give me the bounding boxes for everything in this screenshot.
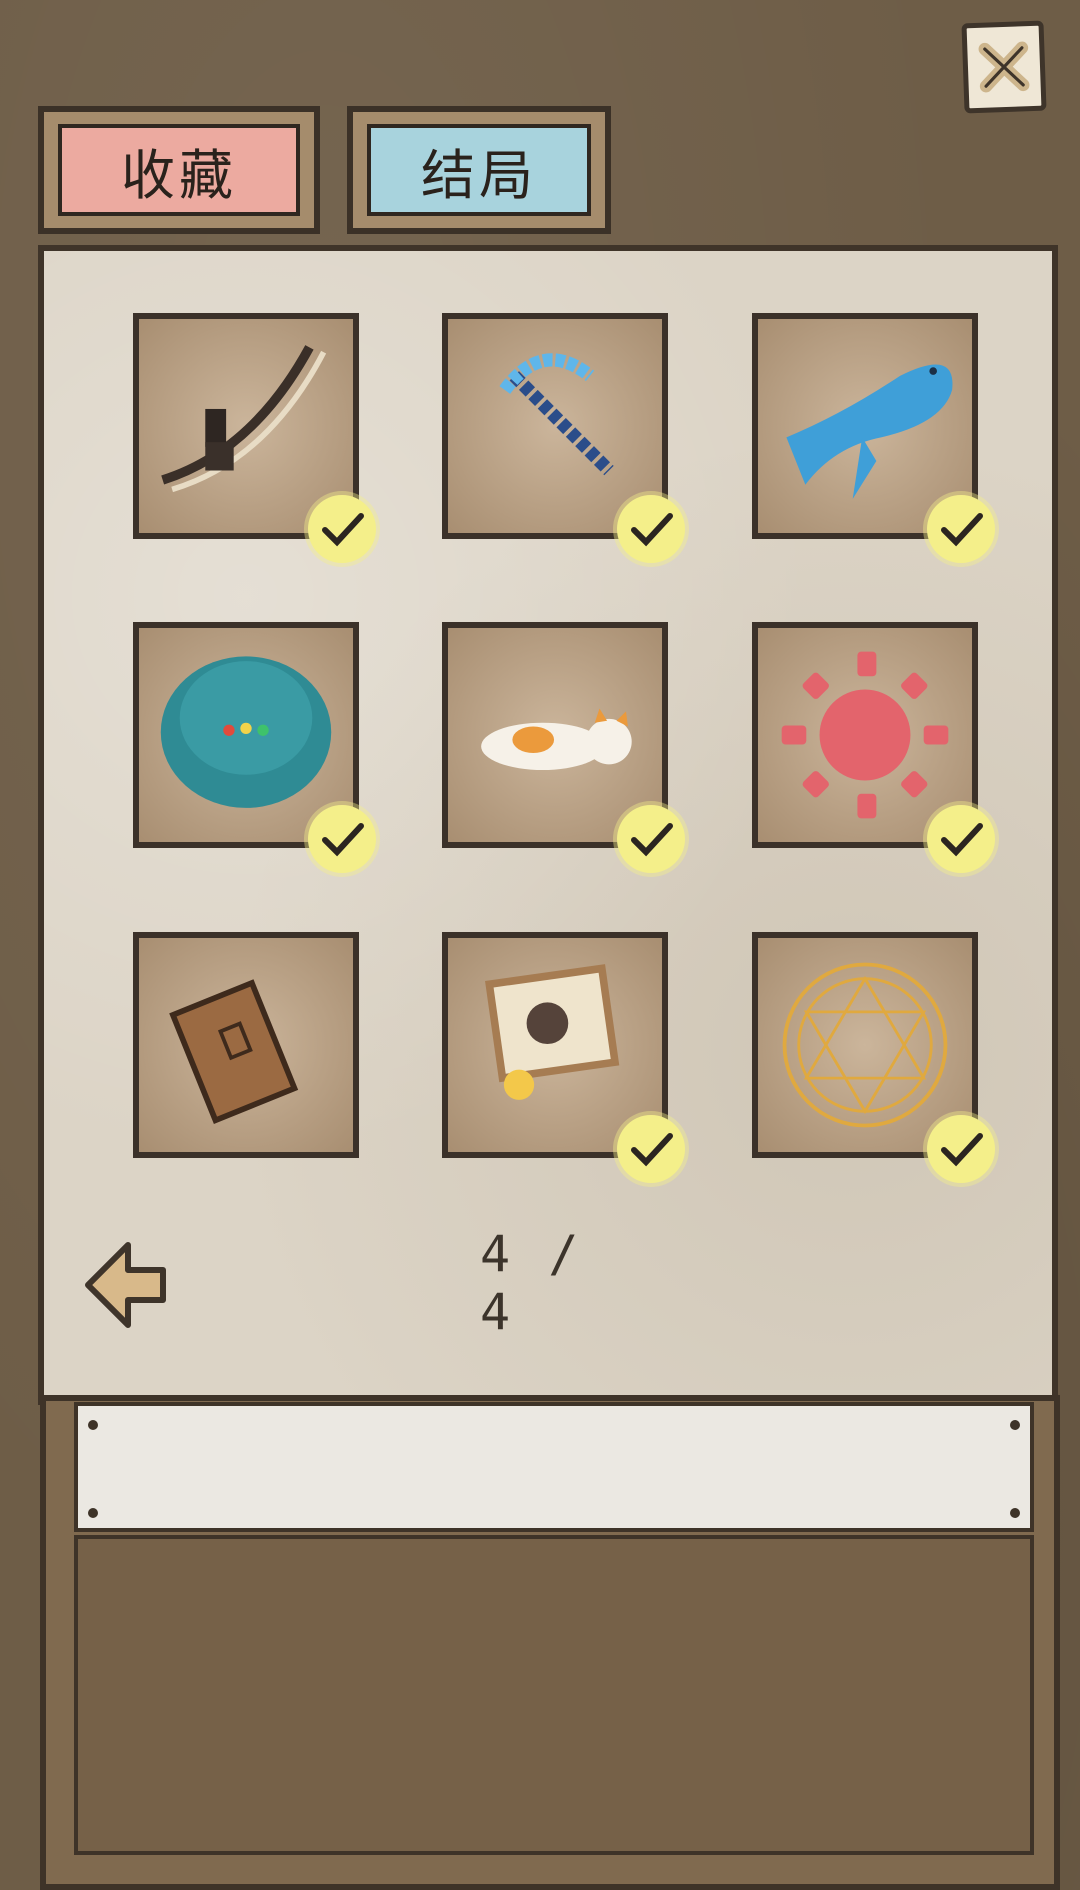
magic-circle-icon — [782, 962, 948, 1128]
check-icon — [617, 495, 685, 563]
description-title-strip — [74, 1402, 1034, 1532]
check-icon — [927, 805, 995, 873]
check-icon — [927, 1115, 995, 1183]
nail-icon — [88, 1420, 98, 1430]
tab-collection[interactable]: 收藏 — [38, 106, 320, 234]
arrow-left-icon — [85, 1242, 166, 1328]
sun-icon — [781, 651, 949, 819]
item-slot-door[interactable] — [133, 932, 359, 1158]
nail-icon — [88, 1508, 98, 1518]
check-icon — [617, 805, 685, 873]
check-icon — [927, 495, 995, 563]
nail-icon — [1010, 1508, 1020, 1518]
robot-vacuum-icon — [160, 656, 332, 808]
cat-icon — [481, 708, 632, 771]
nail-icon — [1010, 1420, 1020, 1430]
check-icon — [308, 495, 376, 563]
check-icon — [617, 1115, 685, 1183]
close-icon — [978, 41, 1030, 93]
page-indicator: 4 / 4 — [480, 1225, 583, 1341]
tab-endings[interactable]: 结局 — [347, 106, 611, 234]
tab-collection-label: 收藏 — [58, 124, 300, 216]
back-arrow-button[interactable] — [78, 1235, 173, 1335]
description-body — [74, 1535, 1034, 1855]
door-icon — [169, 979, 299, 1124]
photo-icon — [485, 964, 620, 1100]
close-button[interactable] — [961, 20, 1047, 114]
check-icon — [308, 805, 376, 873]
tab-endings-label: 结局 — [367, 124, 591, 216]
